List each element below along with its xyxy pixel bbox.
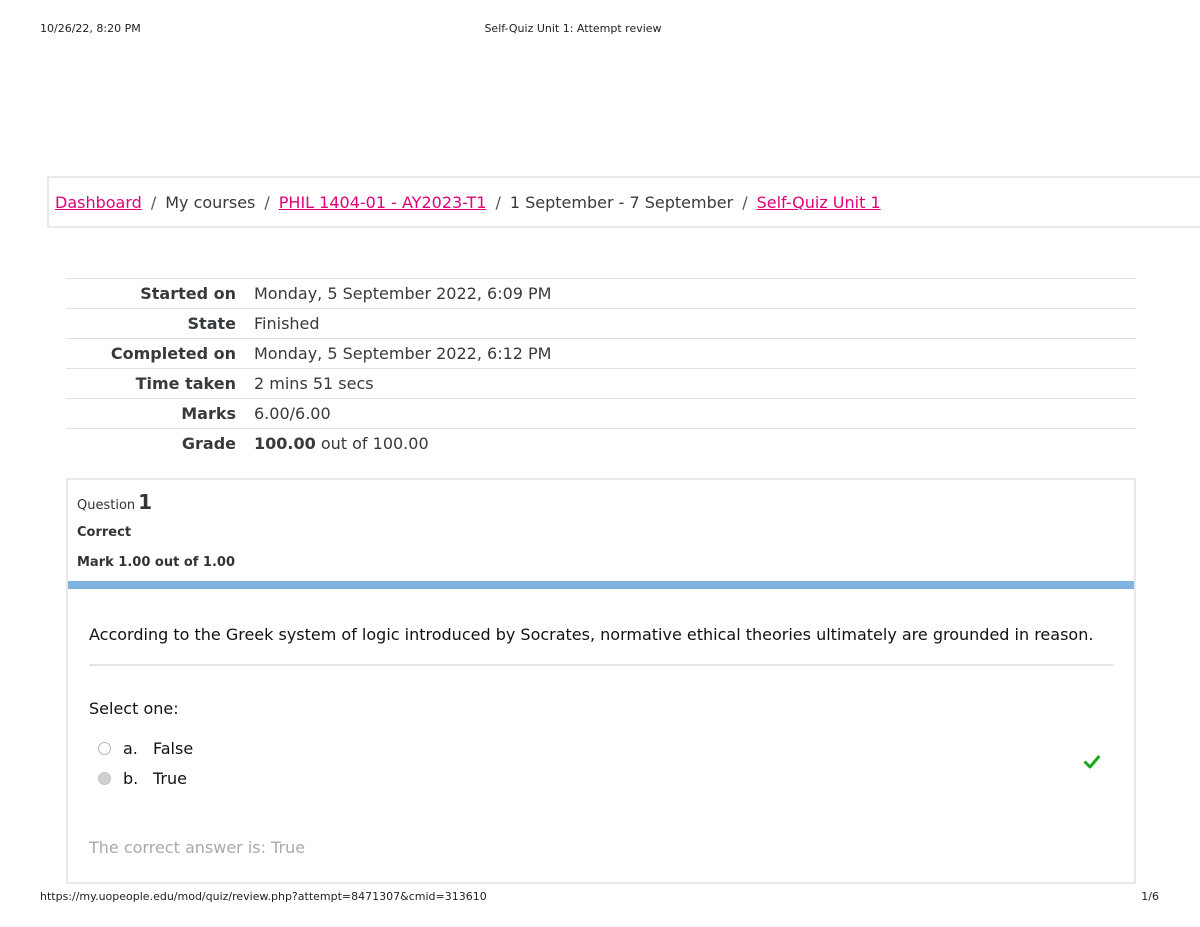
option-label: True [153, 769, 187, 788]
answer-prompt: Select one: [89, 699, 179, 718]
question-content: According to the Greek system of logic i… [68, 589, 1134, 819]
question-text: According to the Greek system of logic i… [89, 625, 1113, 666]
summary-row: State Finished [66, 308, 1136, 339]
radio-button-a[interactable] [98, 742, 111, 755]
summary-label: Started on [66, 278, 254, 309]
summary-row: Started on Monday, 5 September 2022, 6:0… [66, 278, 1136, 309]
question-mark: Mark 1.00 out of 1.00 [77, 555, 236, 570]
summary-value: 2 mins 51 secs [254, 368, 1136, 399]
breadcrumb: Dashboard / My courses / PHIL 1404-01 - … [47, 176, 1200, 228]
summary-label: State [66, 308, 254, 339]
question-number-value: 1 [138, 490, 153, 514]
answer-option-b[interactable]: b. True [98, 769, 187, 788]
breadcrumb-my-courses: My courses [165, 192, 256, 212]
summary-label: Completed on [66, 338, 254, 369]
summary-value: 6.00/6.00 [254, 398, 1136, 429]
radio-button-b-selected[interactable] [98, 772, 111, 785]
right-answer: The correct answer is: True [89, 838, 306, 857]
question-number: Question 1 [77, 490, 152, 514]
question-content-bar [68, 581, 1134, 589]
grade-score: 100.00 [254, 434, 316, 454]
question-info: Question 1 Correct Mark 1.00 out of 1.00 [68, 480, 1134, 581]
summary-value: Finished [254, 308, 1136, 339]
breadcrumb-separator: / [742, 192, 748, 212]
option-letter: a. [123, 739, 138, 758]
option-letter: b. [123, 769, 139, 788]
breadcrumb-separator: / [150, 192, 157, 212]
summary-row: Completed on Monday, 5 September 2022, 6… [66, 338, 1136, 369]
summary-value: Monday, 5 September 2022, 6:12 PM [254, 338, 1136, 369]
breadcrumb-dashboard-link[interactable]: Dashboard [55, 193, 142, 212]
breadcrumb-quiz-link[interactable]: Self-Quiz Unit 1 [757, 193, 881, 212]
question-state: Correct [77, 525, 132, 540]
grade-value: 100.00 out of 100.00 [254, 428, 1136, 459]
grade-label: Grade [66, 428, 254, 459]
summary-row: Marks 6.00/6.00 [66, 398, 1136, 429]
breadcrumb-separator: / [264, 192, 270, 212]
answer-option-a[interactable]: a. False [98, 739, 193, 758]
print-url: https://my.uopeople.edu/mod/quiz/review.… [40, 890, 487, 903]
check-icon [1084, 755, 1100, 769]
grade-out-of: out of 100.00 [315, 434, 429, 454]
summary-value: Monday, 5 September 2022, 6:09 PM [254, 278, 1136, 309]
summary-row-grade: Grade 100.00 out of 100.00 [66, 428, 1136, 459]
question-label: Question [77, 498, 136, 513]
option-label: False [153, 739, 194, 758]
summary-label: Time taken [66, 368, 254, 399]
breadcrumb-separator: / [495, 192, 501, 212]
print-page-number: 1/6 [1141, 890, 1159, 903]
question-1: Question 1 Correct Mark 1.00 out of 1.00 … [66, 478, 1136, 884]
question-feedback: The correct answer is: True [68, 819, 1134, 882]
breadcrumb-course-link[interactable]: PHIL 1404-01 - AY2023-T1 [279, 193, 487, 212]
print-title: Self-Quiz Unit 1: Attempt review [484, 22, 662, 35]
summary-row: Time taken 2 mins 51 secs [66, 368, 1136, 399]
attempt-summary-table: Started on Monday, 5 September 2022, 6:0… [66, 278, 1136, 459]
summary-label: Marks [66, 398, 254, 429]
breadcrumb-week: 1 September - 7 September [509, 192, 734, 212]
